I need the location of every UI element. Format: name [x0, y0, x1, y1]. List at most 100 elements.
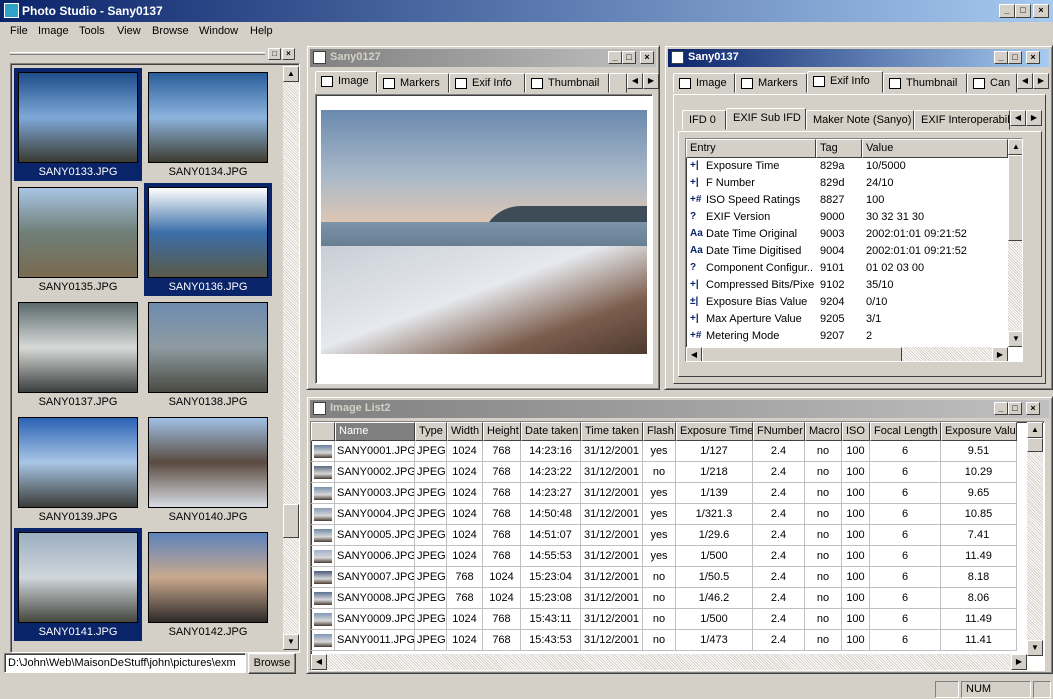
list-column-header[interactable]: Exposure Time — [676, 422, 753, 441]
exif-row[interactable]: ? Component Configur... 9101 01 02 03 00 — [686, 260, 1008, 277]
subtab-exif-interop[interactable]: EXIF Interoperabil — [914, 110, 1010, 130]
exif-row[interactable]: Aa Date Time Original 9003 2002:01:01 09:21… — [686, 226, 1008, 243]
list-column-header[interactable]: Flash — [643, 422, 676, 441]
menu-file[interactable]: File — [10, 25, 28, 37]
list-column-header[interactable]: Exposure Value — [941, 422, 1017, 441]
scroll-right-button[interactable]: ▶ — [1011, 654, 1027, 670]
tab-markers[interactable]: Markers — [377, 73, 449, 93]
close-button[interactable]: × — [1033, 4, 1049, 18]
exif-window-minimize[interactable]: _ — [994, 51, 1008, 64]
table-row[interactable]: SANY0006.JPG JPEG 1024 768 14:55:53 31/12/200… — [311, 546, 1017, 567]
list-window-minimize[interactable]: _ — [994, 402, 1008, 415]
exif-row[interactable]: ? EXIF Version 9000 30 32 31 30 — [686, 209, 1008, 226]
list-column-header[interactable]: Time taken — [581, 422, 643, 441]
menu-browse[interactable]: Browse — [152, 25, 189, 37]
list-column-header[interactable]: Width — [447, 422, 483, 441]
tab-scroll-right[interactable]: ▶ — [643, 73, 659, 89]
tab-exif-info[interactable]: Exif Info — [449, 73, 525, 93]
tab-image[interactable]: Image — [673, 73, 735, 93]
exif-window-close[interactable]: × — [1026, 51, 1040, 64]
tab-thumbnail[interactable]: Thumbnail — [525, 73, 609, 93]
scroll-left-button[interactable]: ◀ — [686, 347, 702, 361]
image-window-minimize[interactable]: _ — [608, 51, 622, 64]
table-row[interactable]: SANY0001.JPG JPEG 1024 768 14:23:16 31/12/200… — [311, 441, 1017, 462]
list-column-header[interactable]: Height — [483, 422, 521, 441]
list-column-header[interactable]: Date taken — [521, 422, 581, 441]
list-header-thumb[interactable] — [311, 422, 335, 441]
table-row[interactable]: SANY0005.JPG JPEG 1024 768 14:51:07 31/12/200… — [311, 525, 1017, 546]
thumbnail-item[interactable]: SANY0139.JPG — [14, 413, 142, 526]
exif-row[interactable]: +# ISO Speed Ratings 8827 100 — [686, 192, 1008, 209]
tab-scroll-left[interactable]: ◀ — [627, 73, 643, 89]
thumbnail-item[interactable]: SANY0141.JPG — [14, 528, 142, 641]
scroll-down-button[interactable]: ▼ — [283, 634, 299, 650]
exif-window-maximize[interactable]: □ — [1008, 51, 1022, 64]
subtab-scroll-left[interactable]: ◀ — [1010, 110, 1026, 126]
subtab-maker-note[interactable]: Maker Note (Sanyo) — [806, 110, 914, 130]
scroll-thumb[interactable] — [1008, 155, 1022, 241]
scroll-right-button[interactable]: ▶ — [992, 347, 1008, 361]
panel-restore-button[interactable]: □ — [268, 48, 281, 60]
scroll-thumb[interactable] — [1027, 438, 1043, 452]
scroll-thumb[interactable] — [702, 347, 902, 361]
menu-image[interactable]: Image — [38, 25, 69, 37]
tab-thumbnail[interactable]: Thumbnail — [883, 73, 967, 93]
list-column-header[interactable]: Macro — [805, 422, 842, 441]
thumbnail-item[interactable]: SANY0142.JPG — [144, 528, 272, 641]
scroll-up-button[interactable]: ▲ — [1027, 422, 1043, 438]
scroll-left-button[interactable]: ◀ — [311, 654, 327, 670]
list-column-header[interactable]: ISO — [842, 422, 870, 441]
table-row[interactable]: SANY0007.JPG JPEG 768 1024 15:23:04 31/12/200… — [311, 567, 1017, 588]
list-column-header[interactable]: FNumber — [753, 422, 805, 441]
thumbnail-item[interactable]: SANY0138.JPG — [144, 298, 272, 411]
tab-image[interactable]: Image — [315, 71, 377, 93]
thumbnail-item[interactable]: SANY0136.JPG — [144, 183, 272, 296]
path-field[interactable]: D:\John\Web\MaisonDeStuff\john\pictures\… — [4, 653, 246, 673]
table-row[interactable]: SANY0008.JPG JPEG 768 1024 15:23:08 31/12/200… — [311, 588, 1017, 609]
menu-help[interactable]: Help — [250, 25, 273, 37]
minimize-button[interactable]: _ — [999, 4, 1015, 18]
scroll-down-button[interactable]: ▼ — [1008, 331, 1022, 347]
panel-close-button[interactable]: × — [282, 48, 295, 60]
subtab-scroll-right[interactable]: ▶ — [1026, 110, 1042, 126]
exif-row[interactable]: Aa Date Time Digitised 9004 2002:01:01 09:2… — [686, 243, 1008, 260]
thumbnail-item[interactable]: SANY0135.JPG — [14, 183, 142, 296]
thumbnail-item[interactable]: SANY0134.JPG — [144, 68, 272, 181]
scroll-up-button[interactable]: ▲ — [1008, 139, 1022, 155]
panel-grip[interactable] — [10, 52, 265, 55]
scroll-thumb[interactable] — [283, 504, 299, 538]
menu-view[interactable]: View — [117, 25, 141, 37]
list-column-header[interactable]: Focal Length — [870, 422, 941, 441]
tab-camera[interactable]: Can — [967, 73, 1017, 93]
table-row[interactable]: SANY0004.JPG JPEG 1024 768 14:50:48 31/12/200… — [311, 504, 1017, 525]
scroll-up-button[interactable]: ▲ — [283, 66, 299, 82]
browse-button[interactable]: Browse — [248, 653, 296, 674]
scroll-down-button[interactable]: ▼ — [1027, 640, 1043, 656]
tab-markers[interactable]: Markers — [735, 73, 807, 93]
tab-scroll-right[interactable]: ▶ — [1033, 73, 1049, 89]
exif-header-entry[interactable]: Entry — [686, 139, 816, 158]
subtab-ifd0[interactable]: IFD 0 — [682, 110, 726, 130]
exif-vertical-scrollbar[interactable]: ▲ ▼ — [1008, 139, 1022, 347]
thumbnail-item[interactable]: SANY0137.JPG — [14, 298, 142, 411]
thumbnail-scrollbar[interactable]: ▲ ▼ — [283, 66, 299, 650]
menu-window[interactable]: Window — [199, 25, 238, 37]
tab-overflow[interactable] — [609, 73, 627, 93]
table-row[interactable]: SANY0003.JPG JPEG 1024 768 14:23:27 31/12/200… — [311, 483, 1017, 504]
exif-row[interactable]: +# Metering Mode 9207 2 — [686, 328, 1008, 345]
list-horizontal-scrollbar[interactable]: ◀ ▶ — [311, 654, 1027, 670]
table-row[interactable]: SANY0009.JPG JPEG 1024 768 15:43:11 31/12/200… — [311, 609, 1017, 630]
image-window-maximize[interactable]: □ — [622, 51, 636, 64]
list-column-header[interactable]: Type — [415, 422, 447, 441]
list-window-close[interactable]: × — [1026, 402, 1040, 415]
maximize-button[interactable]: □ — [1015, 4, 1031, 18]
table-row[interactable]: SANY0002.JPG JPEG 1024 768 14:23:22 31/12/200… — [311, 462, 1017, 483]
exif-row[interactable]: +| Compressed Bits/Pixel 9102 35/10 — [686, 277, 1008, 294]
exif-row[interactable]: +| Exposure Time 829a 10/5000 — [686, 158, 1008, 175]
tab-scroll-left[interactable]: ◀ — [1017, 73, 1033, 89]
list-column-header[interactable]: Name — [335, 422, 415, 441]
exif-row[interactable]: +| F Number 829d 24/10 — [686, 175, 1008, 192]
exif-header-tag[interactable]: Tag — [816, 139, 862, 158]
image-window-close[interactable]: × — [640, 51, 654, 64]
thumbnail-item[interactable]: SANY0133.JPG — [14, 68, 142, 181]
